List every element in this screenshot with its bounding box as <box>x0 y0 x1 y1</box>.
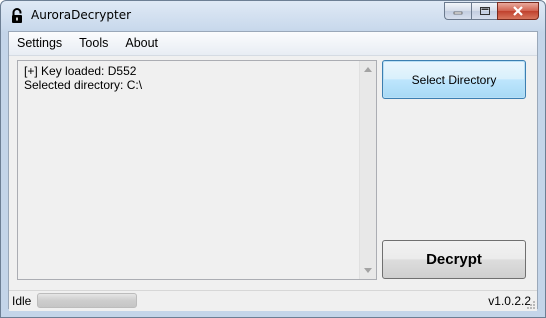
close-button[interactable] <box>497 2 539 20</box>
menu-about[interactable]: About <box>117 32 167 55</box>
menu-settings[interactable]: Settings <box>9 32 71 55</box>
log-line: Selected directory: C:\ <box>24 78 143 92</box>
app-window: AuroraDecrypter Settings Tools About [+]… <box>0 0 546 318</box>
scroll-up-button[interactable] <box>360 61 376 78</box>
resize-grip-icon[interactable] <box>526 300 536 310</box>
window-title: AuroraDecrypter <box>31 8 132 22</box>
status-text: Idle <box>12 294 32 308</box>
padlock-icon <box>12 8 22 23</box>
progress-bar <box>37 293 137 308</box>
minimize-icon <box>453 11 463 15</box>
arrow-down-icon <box>364 268 372 273</box>
status-bar: Idle v1.0.2.2 <box>9 290 537 311</box>
title-bar[interactable]: AuroraDecrypter <box>1 1 545 31</box>
decrypt-button[interactable]: Decrypt <box>382 240 526 279</box>
menu-tools[interactable]: Tools <box>71 32 117 55</box>
log-output[interactable]: [+] Key loaded: D552 Selected directory:… <box>17 60 377 280</box>
log-line: [+] Key loaded: D552 <box>24 64 137 78</box>
maximize-icon <box>479 7 490 15</box>
select-directory-button[interactable]: Select Directory <box>382 60 526 99</box>
caption-buttons <box>444 2 539 21</box>
version-label: v1.0.2.2 <box>488 294 531 308</box>
maximize-button[interactable] <box>471 2 497 20</box>
arrow-up-icon <box>364 67 372 72</box>
scroll-down-button[interactable] <box>360 262 376 279</box>
minimize-button[interactable] <box>444 2 471 20</box>
menu-bar: Settings Tools About <box>9 32 537 56</box>
log-text: [+] Key loaded: D552 Selected directory:… <box>24 64 142 92</box>
client-area: Settings Tools About [+] Key loaded: D55… <box>8 31 538 311</box>
vertical-scrollbar[interactable] <box>359 61 376 279</box>
close-icon <box>513 6 523 16</box>
